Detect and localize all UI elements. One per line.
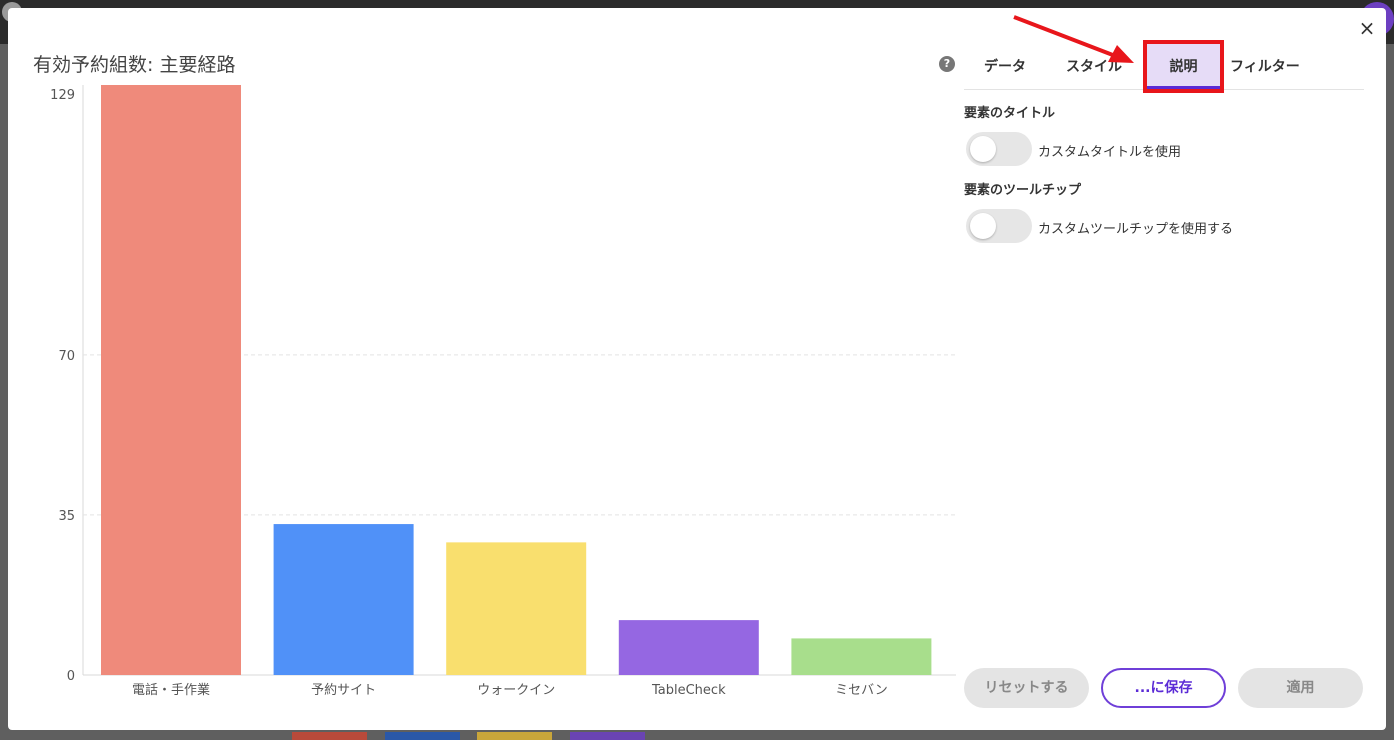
y-tick-label: 35 xyxy=(58,509,75,524)
save-to-button[interactable]: ...に保存 xyxy=(1101,668,1226,708)
tab-description[interactable]: 説明 xyxy=(1143,40,1224,93)
toggle-knob xyxy=(970,136,996,162)
bar xyxy=(273,524,414,675)
custom-title-toggle[interactable] xyxy=(966,132,1032,166)
custom-tooltip-toggle-label: カスタムツールチップを使用する xyxy=(1038,222,1234,237)
tab-filter[interactable]: フィルター xyxy=(1230,44,1300,89)
reset-button[interactable]: リセットする xyxy=(964,668,1089,708)
background-bar xyxy=(385,732,460,740)
x-tick-label: TableCheck xyxy=(651,683,726,698)
tab-data[interactable]: データ xyxy=(984,44,1026,89)
background-bar xyxy=(292,732,367,740)
bar xyxy=(446,542,587,675)
x-tick-label: ウォークイン xyxy=(477,683,555,698)
x-tick-label: ミセバン xyxy=(835,683,888,698)
chart-settings-modal: × 有効予約組数: 主要経路 ? 0 35 70 129 電話・手作業 予約サイト ウォーク… xyxy=(8,8,1386,730)
bar-chart: 0 35 70 129 電話・手作業 予約サイト ウォークイン TableCheck ミセバン xyxy=(50,85,956,698)
y-tick-label: 129 xyxy=(50,88,75,103)
bar xyxy=(618,620,759,675)
y-tick-label: 70 xyxy=(58,349,75,364)
bar xyxy=(101,85,241,675)
x-tick-label: 予約サイト xyxy=(311,683,376,698)
y-tick-label: 0 xyxy=(67,669,75,684)
element-title-label: 要素のタイトル xyxy=(964,106,1056,121)
background-bar xyxy=(477,732,552,740)
close-icon[interactable]: × xyxy=(1357,18,1377,38)
tab-style[interactable]: スタイル xyxy=(1066,44,1122,89)
background-bar xyxy=(570,732,645,740)
bar xyxy=(791,638,932,675)
element-tooltip-label: 要素のツールチップ xyxy=(964,183,1082,198)
settings-tabs: データ スタイル 説明 フィルター xyxy=(964,40,1364,93)
x-tick-label: 電話・手作業 xyxy=(132,682,210,698)
custom-title-toggle-label: カスタムタイトルを使用 xyxy=(1038,145,1182,160)
toggle-knob xyxy=(970,213,996,239)
custom-tooltip-toggle[interactable] xyxy=(966,209,1032,243)
apply-button[interactable]: 適用 xyxy=(1238,668,1363,708)
